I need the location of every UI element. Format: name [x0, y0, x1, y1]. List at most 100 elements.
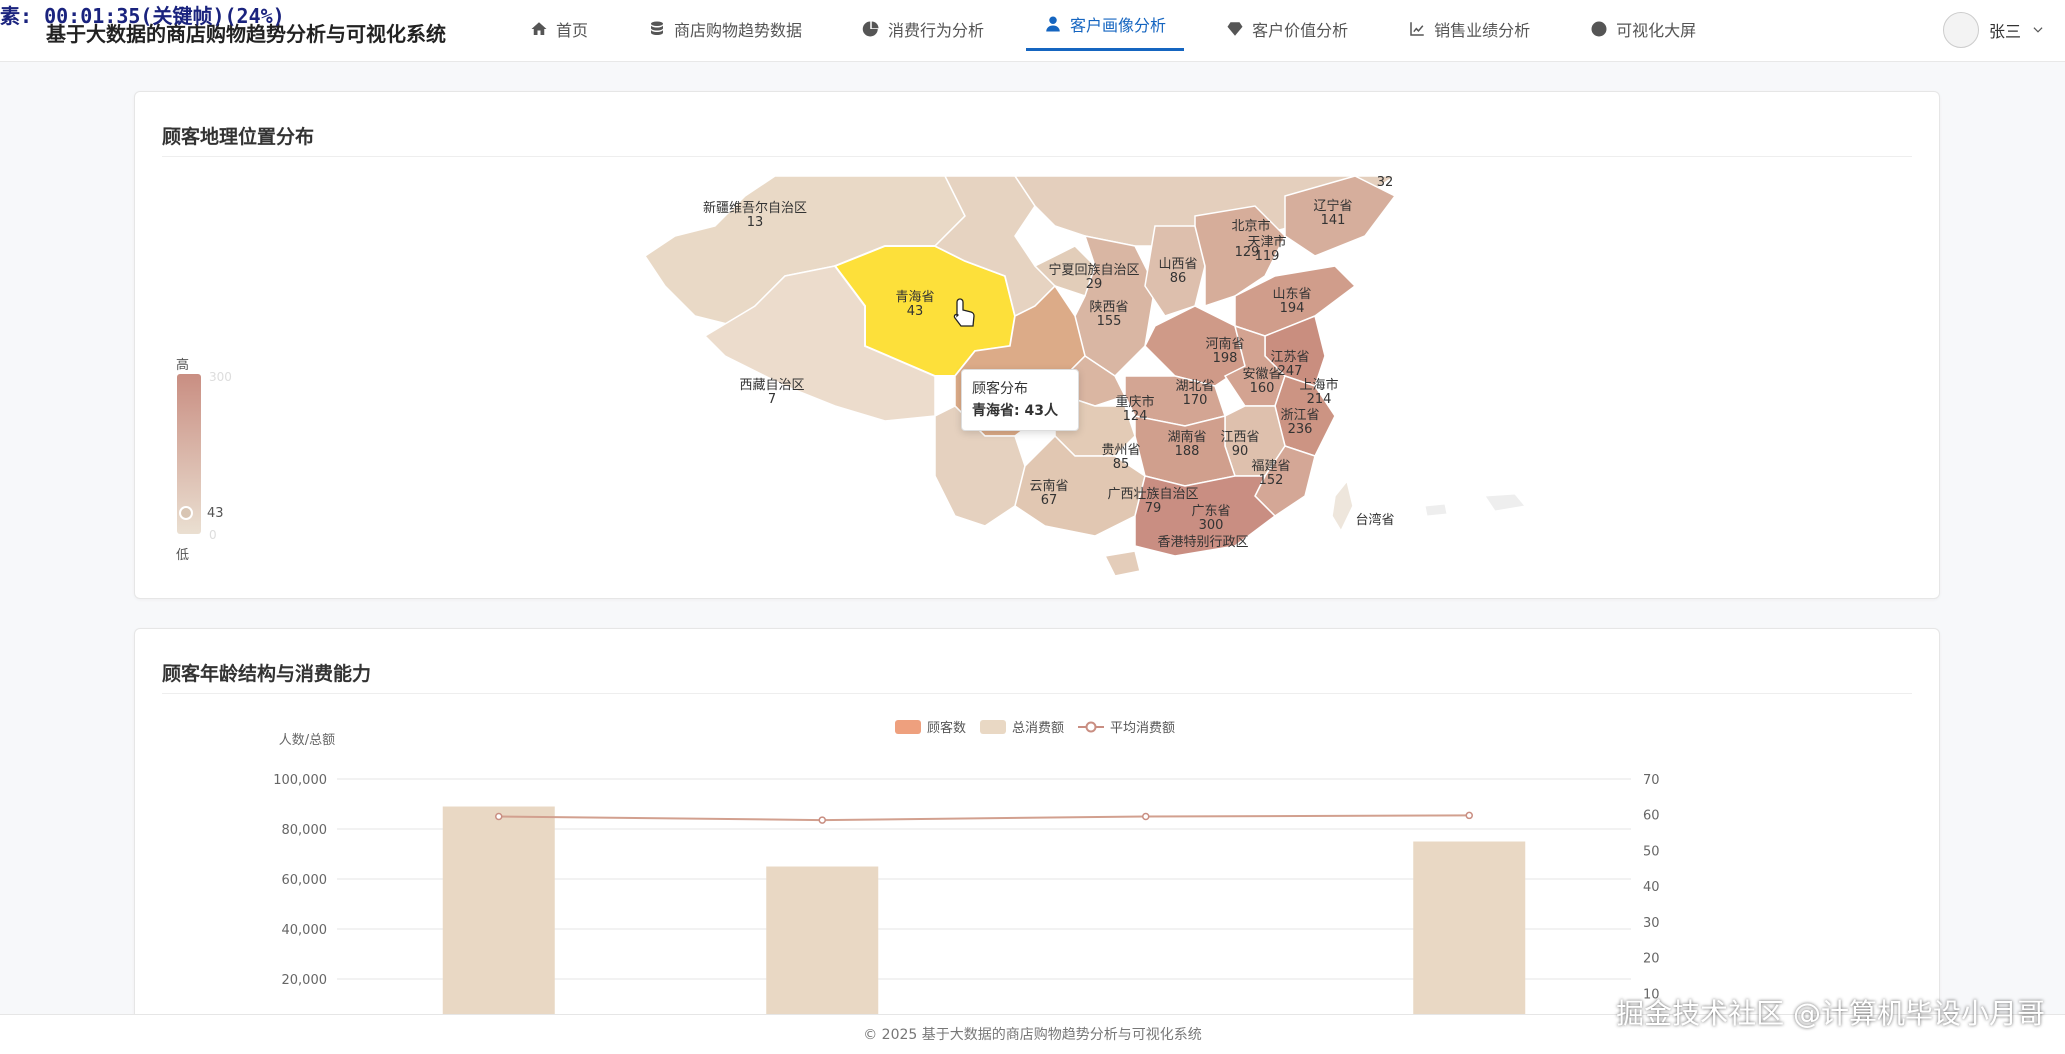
label-xinjiang: 新疆维吾尔自治区 — [703, 200, 807, 216]
china-map[interactable]: 新疆维吾尔自治区 13 青海省 43 西藏自治区 7 宁夏回族自治区 29 陕西… — [635, 176, 1565, 576]
avg-spend-point — [1465, 811, 1473, 820]
nav-item-consumption-behavior[interactable]: 消费行为分析 — [844, 0, 1002, 58]
legend-min-value: 0 — [209, 528, 217, 542]
database-icon — [651, 21, 664, 35]
left-tick-label: 100,000 — [273, 773, 327, 788]
avg-spend-point — [495, 812, 503, 821]
value-inner-mongolia: 32 — [1377, 176, 1394, 190]
label-guangdong: 广东省 — [1191, 504, 1230, 519]
nav-item-dashboard-screen[interactable]: 可视化大屏 — [1572, 0, 1714, 58]
left-tick-label: 20,000 — [282, 973, 328, 988]
legend-handle[interactable] — [179, 506, 193, 520]
map-tooltip: 顾客分布 青海省: 43人 — [961, 369, 1079, 431]
label-taiwan: 台湾省 — [1355, 512, 1394, 528]
label-fujian: 福建省 — [1251, 459, 1290, 474]
value-liaoning: 141 — [1321, 213, 1346, 228]
left-tick-label: 60,000 — [282, 873, 328, 888]
map-card-title: 顾客地理位置分布 — [162, 126, 315, 148]
province-hainan[interactable] — [1103, 550, 1141, 576]
label-hunan: 湖南省 — [1167, 429, 1206, 445]
value-henan: 198 — [1213, 351, 1238, 366]
right-tick-label: 20 — [1643, 952, 1660, 967]
label-tibet: 西藏自治区 — [739, 378, 804, 393]
dashboard-icon — [1591, 21, 1607, 37]
tooltip-line: 青海省: 43人 — [972, 403, 1058, 419]
value-chongqing: 124 — [1123, 409, 1148, 424]
value-qinghai: 43 — [907, 304, 924, 319]
pie-icon — [862, 21, 879, 37]
value-guangdong: 300 — [1199, 518, 1224, 533]
label-liaoning: 辽宁省 — [1313, 198, 1352, 214]
label-shaanxi: 陕西省 — [1089, 300, 1128, 315]
tooltip-title: 顾客分布 — [972, 381, 1028, 397]
value-guangxi: 79 — [1145, 501, 1162, 516]
label-qinghai: 青海省 — [895, 290, 934, 305]
right-tick-label: 30 — [1643, 916, 1660, 931]
value-jiangxi: 90 — [1232, 444, 1249, 459]
value-anhui: 160 — [1250, 381, 1275, 396]
label-chongqing: 重庆市 — [1115, 394, 1154, 410]
legend-high-label: 高 — [176, 358, 190, 373]
line-chart-icon — [1410, 22, 1424, 36]
label-zhejiang: 浙江省 — [1280, 408, 1319, 423]
value-yunnan: 67 — [1041, 493, 1058, 508]
value-hubei: 170 — [1183, 393, 1208, 408]
value-tibet: 7 — [768, 392, 776, 407]
label-jiangsu: 江苏省 — [1270, 349, 1309, 365]
label-hongkong: 香港特别行政区 — [1157, 535, 1248, 550]
right-tick-label: 40 — [1643, 880, 1660, 895]
map-card: 顾客地理位置分布 高 300 43 0 低 新疆维吾尔自治区 13 青海省 43… — [134, 91, 1940, 599]
user-icon — [1046, 16, 1060, 32]
value-xinjiang: 13 — [747, 215, 764, 230]
video-overlay-text: 素: 00:01:35(关键帧)(24%) — [0, 4, 285, 28]
value-shanxi: 86 — [1170, 271, 1187, 286]
nav-item-sales-performance[interactable]: 销售业绩分析 — [1390, 0, 1548, 58]
south-china-sea-islands — [1424, 493, 1526, 517]
value-hunan: 188 — [1175, 444, 1200, 459]
label-yunnan: 云南省 — [1029, 478, 1068, 494]
legend-current-value: 43 — [207, 506, 224, 521]
province-taiwan[interactable] — [1331, 479, 1354, 533]
user-menu[interactable]: 张三 — [1942, 12, 2045, 48]
label-shandong: 山东省 — [1272, 287, 1311, 302]
value-ningxia: 29 — [1086, 277, 1103, 292]
nav-item-shopping-data[interactable]: 商店购物趋势数据 — [630, 0, 820, 58]
value-tianjin: 119 — [1255, 249, 1280, 264]
label-jiangxi: 江西省 — [1220, 430, 1259, 445]
label-ningxia: 宁夏回族自治区 — [1048, 262, 1139, 278]
value-fujian: 152 — [1259, 473, 1284, 488]
avg-spend-point — [1142, 812, 1150, 821]
label-guizhou: 贵州省 — [1101, 443, 1140, 458]
home-icon — [531, 22, 547, 35]
label-shanxi: 山西省 — [1158, 257, 1197, 272]
visual-map-legend[interactable]: 高 300 43 0 低 — [167, 354, 232, 564]
right-tick-label: 50 — [1643, 844, 1660, 859]
avatar — [1942, 12, 1979, 48]
right-tick-label: 70 — [1643, 773, 1660, 788]
age-bar-line-chart[interactable]: 人数/总额20,00040,00060,00080,000100,0001020… — [135, 629, 1941, 1054]
label-anhui: 安徽省 — [1242, 367, 1281, 382]
label-tianjin: 天津市 — [1247, 234, 1286, 250]
left-axis-label: 人数/总额 — [279, 733, 335, 748]
top-navbar: 基于大数据的商店购物趋势分析与可视化系统 首页 商店购物趋势数据 消费行为分析 … — [0, 0, 2065, 62]
legend-low-label: 低 — [176, 548, 190, 563]
left-tick-label: 80,000 — [282, 823, 328, 838]
main-nav: 首页 商店购物趋势数据 消费行为分析 客户画像分析 客户价值分析 销售业绩分析 … — [512, 0, 1738, 62]
nav-item-customer-profile[interactable]: 客户画像分析 — [1026, 0, 1185, 51]
label-guangxi: 广西壮族自治区 — [1107, 486, 1198, 502]
nav-item-customer-value[interactable]: 客户价值分析 — [1208, 0, 1366, 58]
avg-spend-point — [818, 816, 826, 824]
right-tick-label: 60 — [1643, 809, 1660, 824]
value-shanghai: 214 — [1307, 392, 1332, 407]
avg-spend-line — [498, 814, 1470, 822]
value-shaanxi: 155 — [1097, 314, 1122, 329]
value-shandong: 194 — [1280, 301, 1305, 316]
nav-item-home[interactable]: 首页 — [512, 0, 606, 58]
label-shanghai: 上海市 — [1299, 377, 1338, 393]
card-divider — [162, 156, 1912, 157]
watermark: 掘金技术社区 @计算机毕设小月哥 — [1616, 997, 2045, 1030]
label-hubei: 湖北省 — [1175, 379, 1214, 394]
user-name: 张三 — [1988, 22, 2021, 41]
label-henan: 河南省 — [1205, 336, 1244, 352]
chevron-down-icon — [2033, 27, 2043, 33]
